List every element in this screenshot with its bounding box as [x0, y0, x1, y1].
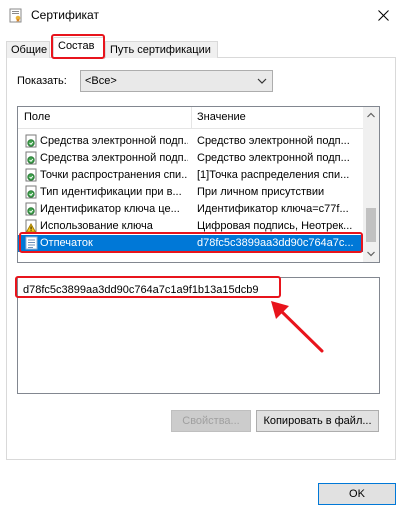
list-item-value: Средство электронной подп...: [197, 152, 350, 164]
list-item-value: [1]Точка распределения спи...: [197, 169, 350, 181]
tab-details[interactable]: Состав: [53, 37, 105, 59]
list-item[interactable]: Использование ключа Цифровая подпись, Не…: [18, 218, 364, 235]
close-button[interactable]: [372, 4, 394, 26]
tab-general[interactable]: Общие: [6, 41, 50, 58]
list-item-field: Идентификатор ключа це...: [40, 203, 180, 215]
list-item[interactable]: Средства электронной подп... Средство эл…: [18, 150, 364, 167]
list-item-value: Средство электронной подп...: [197, 135, 350, 147]
column-header-value[interactable]: Значение: [197, 111, 246, 123]
list-item-field: Средства электронной подп...: [40, 152, 188, 164]
show-label: Показать:: [17, 75, 67, 87]
copy-to-file-button[interactable]: Копировать в файл...: [256, 410, 379, 432]
list-item[interactable]: Тип идентификации при в... При личном пр…: [18, 184, 364, 201]
chevron-down-icon: [257, 78, 267, 84]
fields-list[interactable]: Поле Значение Средства электронной подп.…: [17, 106, 380, 263]
column-divider: [191, 107, 192, 129]
list-item-value: При личном присутствии: [197, 186, 325, 198]
certificate-field-icon: [25, 134, 37, 148]
list-item-value: Цифровая подпись, Неотрек...: [197, 220, 353, 232]
tab-certification-path[interactable]: Путь сертификации: [105, 41, 218, 58]
window-title: Сертификат: [31, 8, 99, 22]
show-dropdown-value: <Все>: [85, 75, 117, 87]
list-item-selected[interactable]: Отпечаток d78fc5c3899aa3dd90c764a7c...: [18, 235, 364, 252]
ok-button[interactable]: OK: [318, 483, 396, 505]
show-dropdown[interactable]: <Все>: [80, 70, 273, 92]
list-header: Поле Значение: [18, 107, 364, 129]
scroll-up-icon[interactable]: [367, 112, 375, 118]
list-item-value: Идентификатор ключа=c77f...: [197, 203, 349, 215]
close-icon: [377, 9, 389, 21]
list-item[interactable]: Средства электронной подп... Средство эл…: [18, 133, 364, 150]
list-item-field: Точки распространения спи...: [40, 169, 188, 181]
certificate-field-icon: [25, 185, 37, 199]
certificate-field-icon: [25, 168, 37, 182]
list-item-field: Средства электронной подп...: [40, 135, 188, 147]
list-scrollbar[interactable]: [363, 107, 379, 262]
certificate-field-icon: [25, 202, 37, 216]
thumbprint-value: d78fc5c3899aa3dd90c764a7c1a9f1b13a15dcb9: [23, 284, 259, 296]
key-usage-warning-icon: [25, 219, 37, 233]
certificate-icon: [9, 8, 22, 23]
list-item-field: Использование ключа: [40, 220, 153, 232]
certificate-field-icon: [25, 151, 37, 165]
document-field-icon: [25, 236, 38, 250]
list-item-field: Тип идентификации при в...: [40, 186, 182, 198]
list-item-field: Отпечаток: [40, 237, 93, 249]
scrollbar-thumb[interactable]: [366, 208, 376, 242]
scroll-down-icon[interactable]: [367, 251, 375, 257]
arrow-annotation-icon: [271, 301, 324, 353]
column-header-field[interactable]: Поле: [24, 111, 50, 123]
title-bar: Сертификат: [0, 0, 402, 30]
list-item[interactable]: Точки распространения спи... [1]Точка ра…: [18, 167, 364, 184]
list-item-value: d78fc5c3899aa3dd90c764a7c...: [197, 237, 354, 249]
list-item[interactable]: Идентификатор ключа це... Идентификатор …: [18, 201, 364, 218]
properties-button[interactable]: Свойства...: [171, 410, 251, 432]
